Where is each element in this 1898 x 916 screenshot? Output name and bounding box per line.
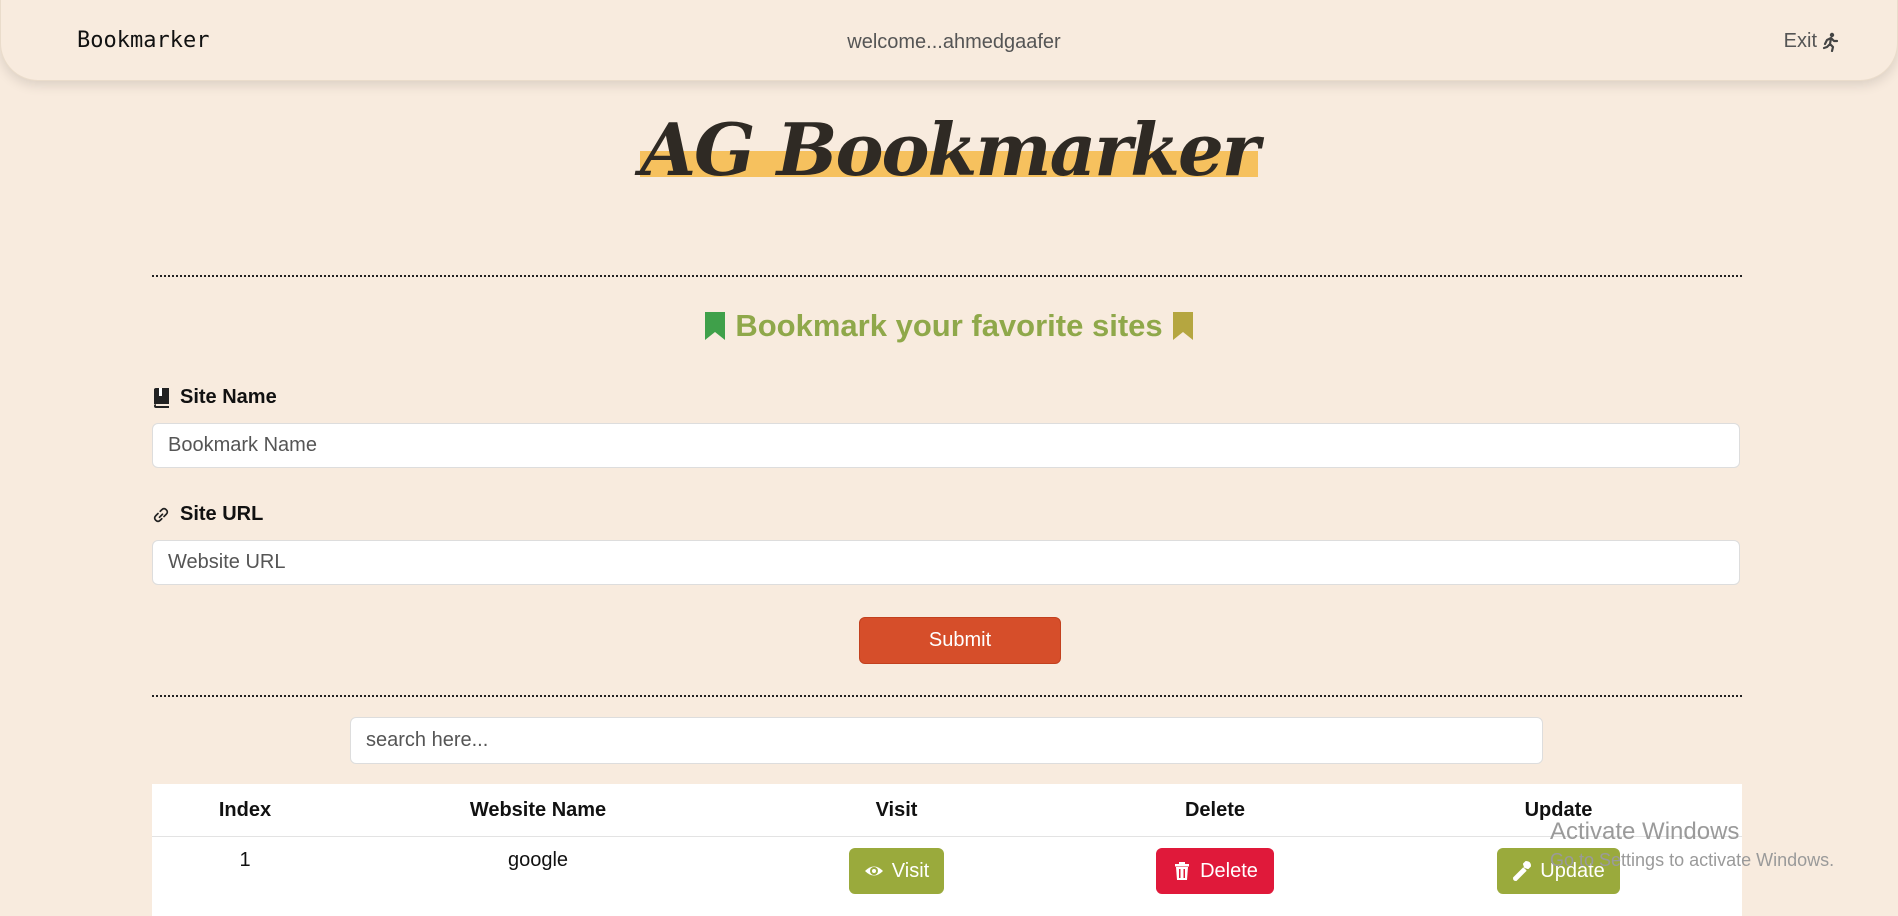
delete-button-label: Delete — [1200, 860, 1258, 883]
bookmarks-table: Index Website Name Visit Delete Update 1… — [152, 784, 1742, 916]
update-cell: Update — [1375, 837, 1742, 916]
bookmark-icon — [703, 310, 727, 342]
welcome-text: welcome...ahmedgaafer — [1, 31, 1898, 54]
site-url-label-text: Site URL — [180, 503, 263, 526]
visit-button[interactable]: Visit — [849, 848, 944, 894]
form-heading-text: Bookmark your favorite sites — [735, 308, 1162, 344]
exit-button[interactable]: Exit — [1784, 30, 1839, 53]
exit-label: Exit — [1784, 30, 1817, 53]
column-header-visit: Visit — [738, 784, 1055, 837]
eye-icon — [864, 861, 884, 881]
page-title-text: AG Bookmarker — [640, 107, 1258, 192]
page-title: AG Bookmarker — [640, 110, 1258, 189]
form-heading: Bookmark your favorite sites — [0, 308, 1898, 344]
navbar: Bookmarker welcome...ahmedgaafer Exit — [0, 0, 1898, 81]
site-name-label-text: Site Name — [180, 386, 277, 409]
row-website-name: google — [338, 837, 738, 916]
hero: AG Bookmarker — [0, 110, 1898, 189]
book-icon — [152, 388, 170, 408]
link-icon — [152, 505, 170, 525]
search-input[interactable] — [350, 717, 1543, 764]
delete-button[interactable]: Delete — [1156, 848, 1274, 894]
column-header-index: Index — [152, 784, 338, 837]
activate-windows-subtitle: Go to Settings to activate Windows. — [1550, 850, 1834, 871]
site-url-label: Site URL — [152, 503, 263, 526]
site-name-input[interactable] — [152, 423, 1740, 468]
row-index: 1 — [152, 837, 338, 916]
wrench-icon — [1512, 861, 1532, 881]
table-header-row: Index Website Name Visit Delete Update — [152, 784, 1742, 837]
site-name-label: Site Name — [152, 386, 277, 409]
divider-top — [152, 275, 1742, 277]
column-header-delete: Delete — [1055, 784, 1375, 837]
table-row: 1 google Visit — [152, 837, 1742, 916]
running-person-icon — [1821, 32, 1839, 52]
bookmark-icon — [1171, 310, 1195, 342]
visit-cell: Visit — [738, 837, 1055, 916]
trash-icon — [1172, 861, 1192, 881]
submit-button[interactable]: Submit — [859, 617, 1061, 664]
column-header-website-name: Website Name — [338, 784, 738, 837]
visit-button-label: Visit — [892, 860, 929, 883]
activate-windows-title: Activate Windows — [1550, 818, 1739, 846]
delete-cell: Delete — [1055, 837, 1375, 916]
divider-bottom — [152, 695, 1742, 697]
site-url-input[interactable] — [152, 540, 1740, 585]
